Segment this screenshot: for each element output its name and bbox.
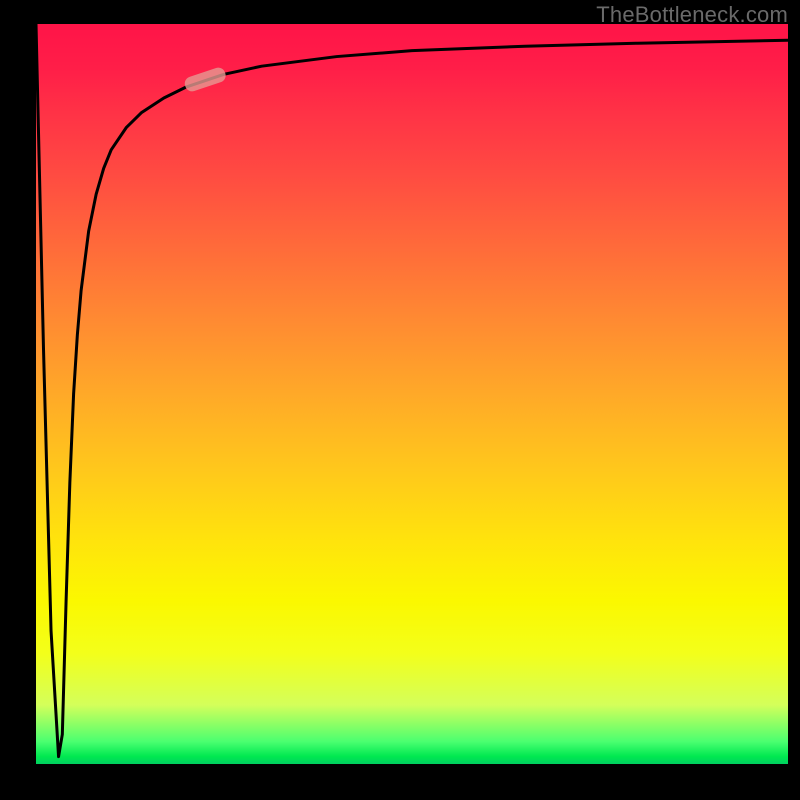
chart-svg: [36, 24, 788, 764]
curve-marker: [183, 66, 228, 94]
bottleneck-curve-line: [36, 24, 788, 757]
watermark-text: TheBottleneck.com: [596, 2, 788, 28]
